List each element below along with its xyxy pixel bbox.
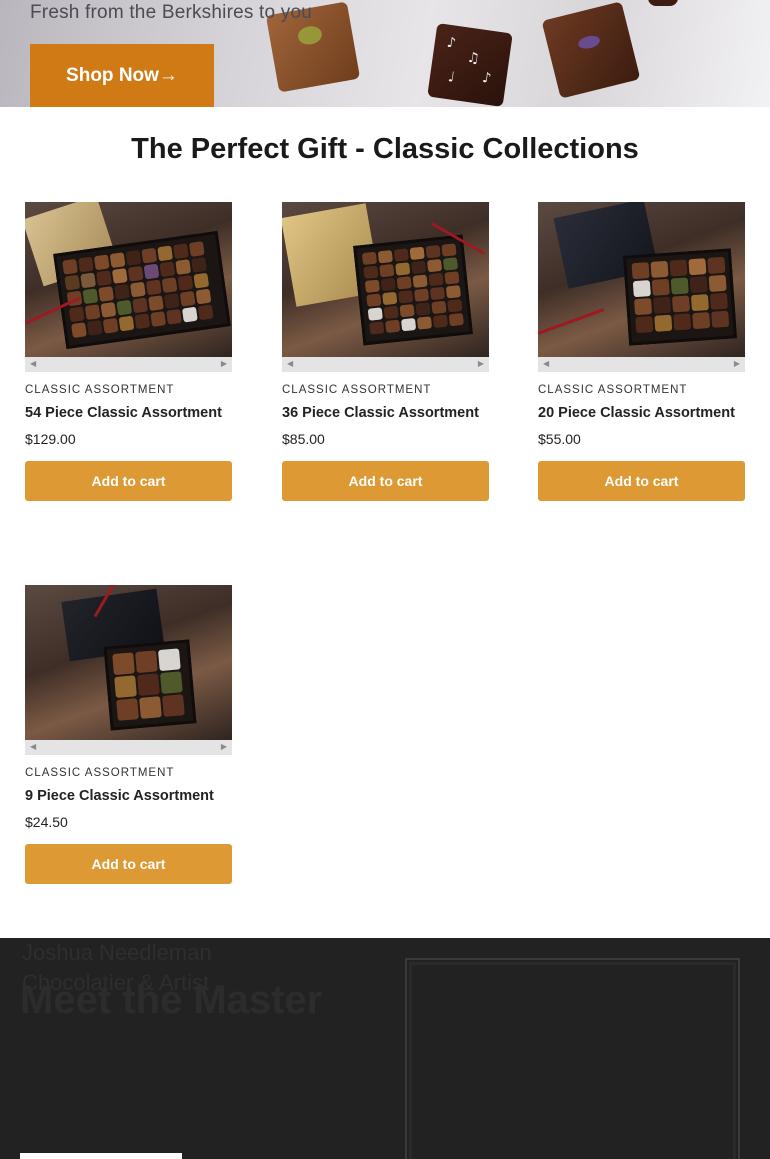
image-scrollbar[interactable]: ◀ ▶ xyxy=(282,357,489,372)
product-price: $85.00 xyxy=(282,431,325,447)
image-scrollbar[interactable]: ◀ ▶ xyxy=(25,740,232,755)
product-image[interactable] xyxy=(282,202,489,357)
scroll-right-icon[interactable]: ▶ xyxy=(221,742,227,751)
chocolate-image: ♪ ♫ ♪ ♩ xyxy=(427,23,513,107)
scroll-left-icon[interactable]: ◀ xyxy=(287,359,293,368)
image-scrollbar[interactable]: ◀ ▶ xyxy=(25,357,232,372)
scroll-left-icon[interactable]: ◀ xyxy=(543,359,549,368)
product-price: $129.00 xyxy=(25,431,76,447)
shop-now-button[interactable]: Shop Now→ xyxy=(30,44,214,107)
product-card: ◀ ▶ CLASSIC ASSORTMENT 9 Piece Classic A… xyxy=(25,585,232,884)
chocolatier-name: Joshua Needleman xyxy=(22,940,212,965)
section-title: The Perfect Gift - Classic Collections xyxy=(131,133,639,165)
hero-banner: ♪ ♫ ♪ ♩ Fresh from the Berkshires to you… xyxy=(0,0,770,107)
chocolate-image xyxy=(541,1,641,99)
add-to-cart-button[interactable]: Add to cart xyxy=(25,461,232,501)
product-image[interactable] xyxy=(25,202,232,357)
product-category: CLASSIC ASSORTMENT xyxy=(282,384,432,396)
hero-subtitle: Fresh from the Berkshires to you xyxy=(30,2,313,23)
product-card: ◀ ▶ CLASSIC ASSORTMENT 54 Piece Classic … xyxy=(25,202,232,501)
button-edge[interactable] xyxy=(20,1153,182,1159)
add-to-cart-button[interactable]: Add to cart xyxy=(282,461,489,501)
product-category: CLASSIC ASSORTMENT xyxy=(538,384,688,396)
add-to-cart-button[interactable]: Add to cart xyxy=(538,461,745,501)
product-category: CLASSIC ASSORTMENT xyxy=(25,767,175,779)
scroll-left-icon[interactable]: ◀ xyxy=(30,742,36,751)
product-card: ◀ ▶ CLASSIC ASSORTMENT 20 Piece Classic … xyxy=(538,202,745,501)
product-name[interactable]: 54 Piece Classic Assortment xyxy=(25,405,232,421)
chocolate-image xyxy=(648,0,678,6)
meet-the-master-section: Joshua Needleman Chocolatier & Artist Me… xyxy=(0,938,770,1159)
scroll-right-icon[interactable]: ▶ xyxy=(478,359,484,368)
product-category: CLASSIC ASSORTMENT xyxy=(25,384,175,396)
product-price: $24.50 xyxy=(25,814,68,830)
product-image[interactable] xyxy=(25,585,232,740)
scroll-right-icon[interactable]: ▶ xyxy=(221,359,227,368)
product-image[interactable] xyxy=(538,202,745,357)
product-name[interactable]: 36 Piece Classic Assortment xyxy=(282,405,489,421)
scroll-right-icon[interactable]: ▶ xyxy=(734,359,740,368)
product-card: ◀ ▶ CLASSIC ASSORTMENT 36 Piece Classic … xyxy=(282,202,489,501)
product-price: $55.00 xyxy=(538,431,581,447)
section-heading: Meet the Master xyxy=(20,978,323,1022)
scroll-left-icon[interactable]: ◀ xyxy=(30,359,36,368)
video-frame[interactable] xyxy=(405,958,740,1159)
add-to-cart-button[interactable]: Add to cart xyxy=(25,844,232,884)
product-name[interactable]: 20 Piece Classic Assortment xyxy=(538,405,745,421)
product-name[interactable]: 9 Piece Classic Assortment xyxy=(25,788,232,804)
image-scrollbar[interactable]: ◀ ▶ xyxy=(538,357,745,372)
